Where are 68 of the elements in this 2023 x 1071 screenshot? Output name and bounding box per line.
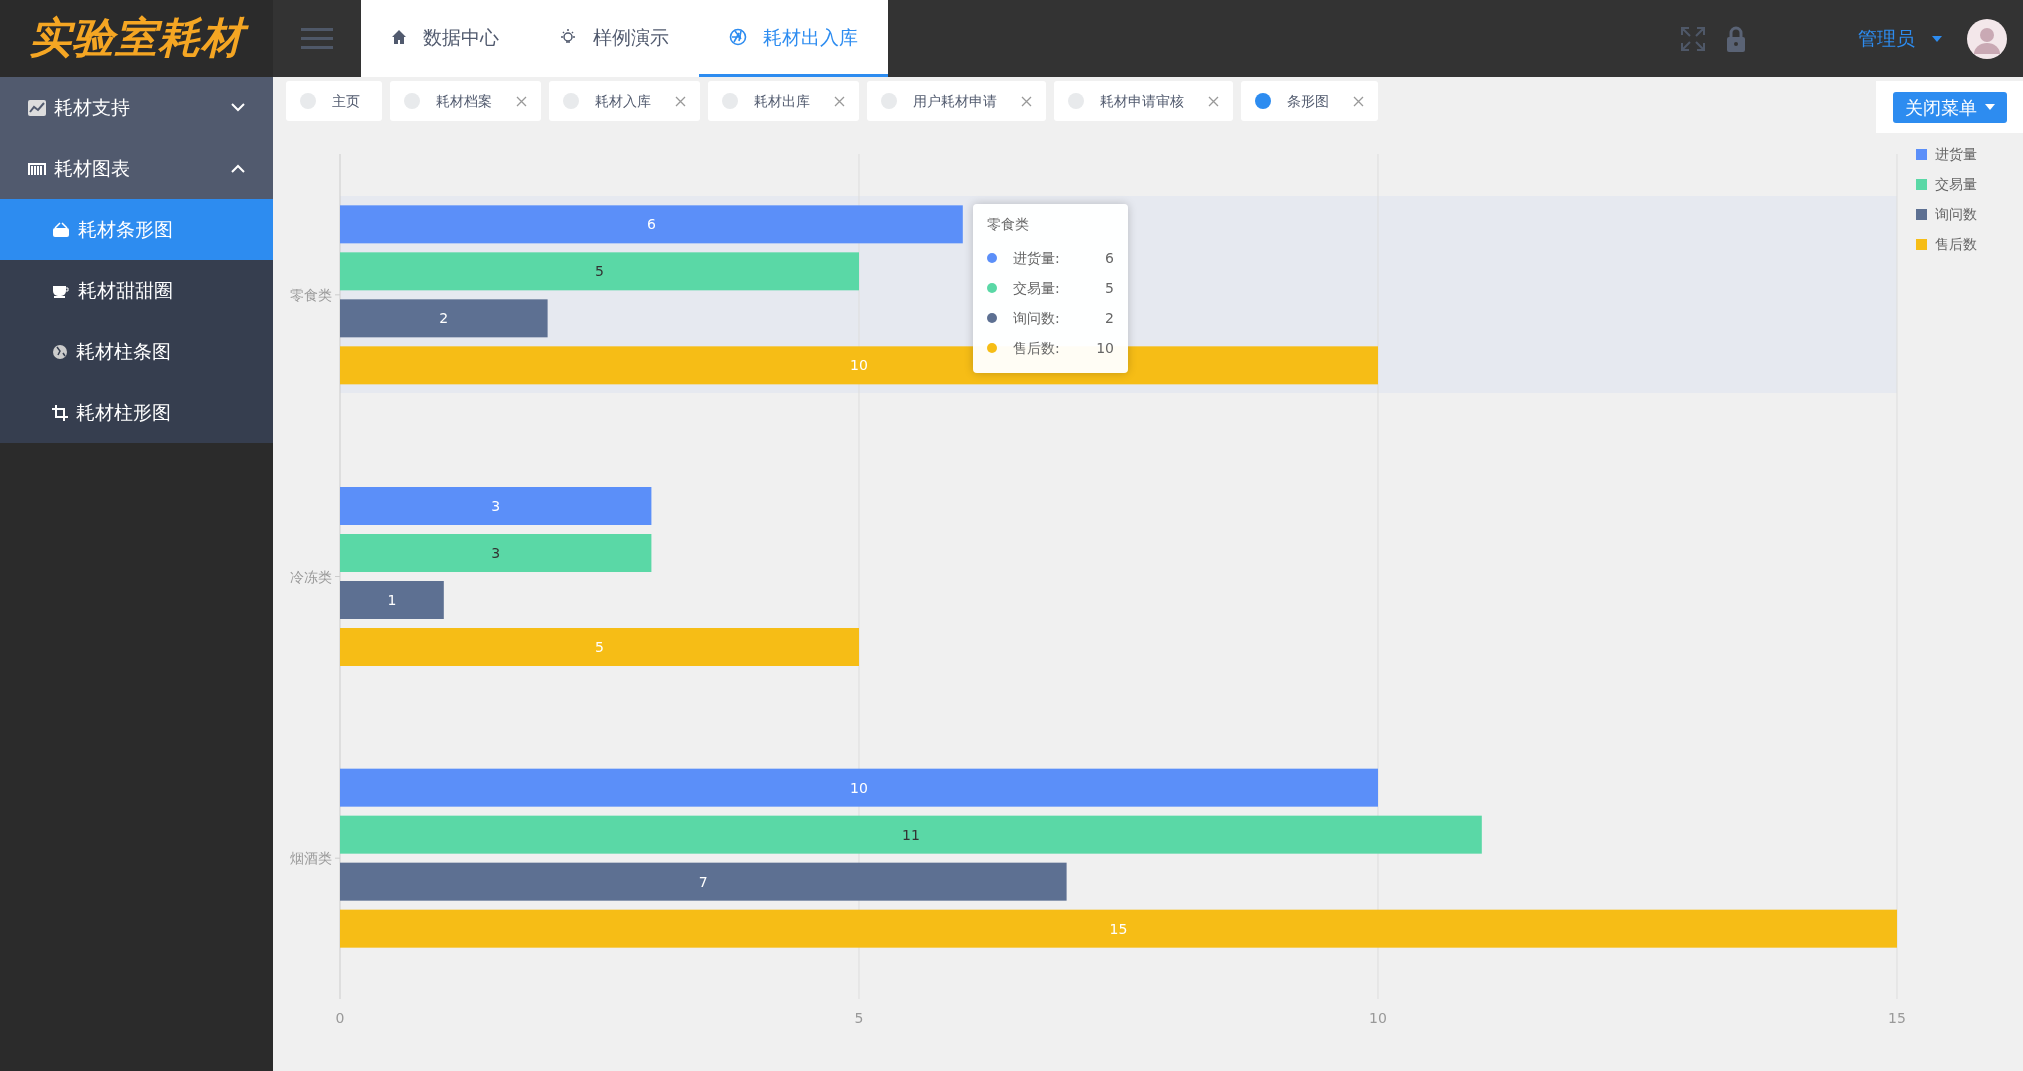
page-tab[interactable]: 耗材申请审核 — [1054, 81, 1233, 121]
barcode-icon — [28, 161, 46, 176]
close-icon[interactable] — [516, 95, 527, 107]
tooltip-value: 2 — [1105, 308, 1114, 328]
axis-label: 10 — [1369, 1010, 1387, 1026]
tooltip-label: 交易量: — [1013, 278, 1061, 298]
data-label: 2 — [439, 310, 449, 327]
axis-label: 烟酒类 — [290, 850, 332, 867]
legend-label: 进货量 — [1935, 146, 1977, 162]
caret-icon — [1984, 104, 1995, 110]
page-tab[interactable]: 条形图 — [1241, 81, 1378, 121]
home-icon — [391, 29, 407, 45]
avatar-icon[interactable] — [1967, 18, 2007, 59]
axis-label: 零食类 — [290, 286, 332, 303]
sidebar-item[interactable]: 耗材甜甜圈 — [0, 260, 273, 321]
chart-icon — [28, 99, 46, 116]
data-label: 10 — [850, 357, 868, 374]
sidebar-item[interactable]: 耗材柱形图 — [0, 382, 273, 443]
user-menu[interactable]: 管理员 — [1858, 24, 1915, 53]
tooltip-label: 进货量: — [1013, 248, 1061, 268]
data-label: 3 — [491, 545, 501, 561]
sidebar-group[interactable]: 耗材支持 — [0, 77, 273, 138]
chevron-up-icon — [231, 164, 245, 173]
legend-label: 售后数 — [1935, 236, 1977, 252]
page-tab[interactable]: 主页 — [286, 81, 382, 121]
fullscreen-icon[interactable] — [1680, 25, 1706, 52]
data-label: 6 — [646, 216, 656, 233]
page-tab[interactable]: 耗材档案 — [390, 81, 541, 121]
aperture-icon — [729, 28, 747, 46]
data-label: 5 — [595, 263, 604, 280]
page-tab[interactable]: 用户耗材申请 — [867, 81, 1046, 121]
data-label: 3 — [491, 498, 501, 514]
data-label: 15 — [1109, 920, 1128, 937]
logo: 实验室耗材 — [19, 11, 254, 66]
data-label: 10 — [850, 779, 868, 796]
tooltip-value: 5 — [1105, 278, 1114, 298]
close-icon[interactable] — [834, 95, 845, 107]
menu-icon — [301, 27, 333, 50]
caret-icon — [1931, 34, 1943, 43]
close-icon[interactable] — [675, 95, 686, 107]
crop-icon — [52, 404, 68, 421]
legend-label: 交易量 — [1935, 176, 1977, 192]
sidebar-item[interactable]: 耗材柱条图 — [0, 321, 273, 382]
lightbulb-icon — [559, 28, 577, 46]
tooltip-label: 询问数: — [1013, 308, 1061, 328]
tooltip-value: 10 — [1096, 338, 1114, 358]
close-icon[interactable] — [1021, 95, 1032, 107]
chevron-down-icon — [231, 103, 245, 112]
data-label: 11 — [902, 826, 920, 843]
legend-label: 询问数 — [1935, 206, 1977, 222]
tooltip-value: 6 — [1105, 248, 1114, 268]
close-icon[interactable] — [1353, 95, 1364, 107]
close-icon[interactable] — [1208, 95, 1219, 107]
page-tab[interactable]: 耗材出库 — [708, 81, 859, 121]
lock-icon[interactable] — [1726, 25, 1746, 52]
basket-icon — [52, 221, 70, 238]
axis-label: 冷冻类 — [290, 568, 332, 585]
axis-label: 0 — [335, 1010, 345, 1026]
axis-label: 15 — [1888, 1010, 1906, 1026]
cup-icon — [52, 283, 70, 298]
data-label: 7 — [698, 873, 708, 890]
sidebar-group[interactable]: 耗材图表 — [0, 138, 273, 199]
tooltip-label: 售后数: — [1013, 338, 1061, 358]
axis-label: 5 — [854, 1010, 864, 1026]
data-label: 5 — [595, 639, 604, 655]
tooltip-title: 零食类 — [987, 215, 1030, 234]
data-label: 1 — [387, 592, 397, 608]
page-tab[interactable]: 耗材入库 — [549, 81, 700, 121]
